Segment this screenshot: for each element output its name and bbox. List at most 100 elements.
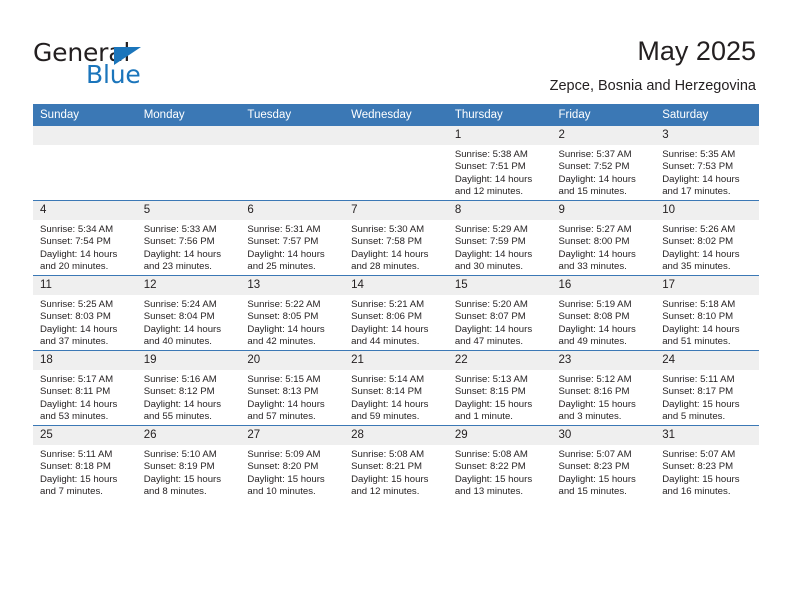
logo-text-blue: Blue	[86, 60, 141, 89]
daylight-text: Daylight: 14 hours and 35 minutes.	[662, 248, 740, 272]
sunset-text: Sunset: 8:10 PM	[662, 311, 734, 323]
day-number: 8	[447, 201, 552, 220]
sunrise-text: Sunrise: 5:08 AM	[351, 449, 425, 460]
sunset-text: Sunset: 8:16 PM	[558, 386, 630, 398]
sunset-text: Sunset: 8:00 PM	[558, 236, 630, 248]
day-number: 3	[655, 126, 759, 145]
calendar-day-cell: 17 Sunrise: 5:18 AM Sunset: 8:10 PM Dayligh…	[655, 275, 759, 351]
daylight-text: Daylight: 14 hours and 51 minutes.	[662, 323, 740, 347]
day-number: 5	[136, 201, 241, 220]
daylight-text: Daylight: 15 hours and 16 minutes.	[662, 473, 740, 497]
day-details: Sunrise: 5:10 AM Sunset: 8:19 PM Daylight:…	[137, 445, 241, 498]
sunset-text: Sunset: 7:52 PM	[558, 161, 630, 173]
calendar-day-cell: 5 Sunrise: 5:33 AM Sunset: 7:56 PM Daylight…	[136, 200, 241, 276]
day-number: 22	[447, 351, 552, 370]
sunset-text: Sunset: 8:08 PM	[558, 311, 630, 323]
day-number: 2	[551, 126, 656, 145]
day-number: 26	[136, 426, 241, 445]
day-number: 30	[551, 426, 656, 445]
sunrise-text: Sunrise: 5:20 AM	[454, 299, 528, 310]
sunrise-text: Sunrise: 5:34 AM	[40, 224, 114, 235]
day-number: 20	[240, 351, 345, 370]
sunrise-text: Sunrise: 5:07 AM	[558, 449, 632, 460]
sunset-text: Sunset: 8:05 PM	[247, 311, 319, 323]
sunrise-text: Sunrise: 5:12 AM	[558, 374, 632, 385]
sunset-text: Sunset: 8:13 PM	[247, 386, 319, 398]
sunset-text: Sunset: 8:06 PM	[351, 311, 423, 323]
sunrise-text: Sunrise: 5:31 AM	[247, 224, 321, 235]
calendar-day-cell-empty	[33, 126, 137, 201]
calendar-day-cell: 6 Sunrise: 5:31 AM Sunset: 7:57 PM Daylight…	[240, 200, 345, 276]
day-number: 4	[33, 201, 137, 220]
daylight-text: Daylight: 14 hours and 17 minutes.	[662, 173, 740, 197]
daylight-text: Daylight: 15 hours and 1 minute.	[454, 398, 533, 422]
day-details: Sunrise: 5:26 AM Sunset: 8:02 PM Daylight:…	[655, 220, 759, 273]
sunrise-text: Sunrise: 5:17 AM	[40, 374, 114, 385]
day-details: Sunrise: 5:11 AM Sunset: 8:17 PM Daylight:…	[655, 370, 759, 423]
daylight-text: Daylight: 15 hours and 13 minutes.	[454, 473, 533, 497]
sunrise-text: Sunrise: 5:08 AM	[454, 449, 528, 460]
sunset-text: Sunset: 7:57 PM	[247, 236, 319, 248]
sunset-text: Sunset: 7:54 PM	[40, 236, 111, 248]
sunset-text: Sunset: 8:12 PM	[143, 386, 215, 398]
daylight-text: Daylight: 14 hours and 53 minutes.	[40, 398, 118, 422]
sunset-text: Sunset: 8:22 PM	[454, 461, 526, 473]
sunrise-text: Sunrise: 5:35 AM	[662, 149, 736, 160]
day-number: 28	[344, 426, 448, 445]
sunrise-text: Sunrise: 5:37 AM	[558, 149, 632, 160]
calendar-day-cell: 26 Sunrise: 5:10 AM Sunset: 8:19 PM Dayligh…	[136, 425, 241, 500]
calendar-page: General Blue May 2025 Zepce, Bosnia and …	[0, 0, 792, 612]
weekday-header-wednesday: Wednesday	[344, 104, 448, 126]
day-details: Sunrise: 5:35 AM Sunset: 7:53 PM Daylight:…	[655, 145, 759, 198]
daylight-text: Daylight: 14 hours and 42 minutes.	[247, 323, 325, 347]
daylight-text: Daylight: 14 hours and 59 minutes.	[351, 398, 429, 422]
sunset-text: Sunset: 8:21 PM	[351, 461, 423, 473]
day-number	[33, 126, 137, 145]
day-details: Sunrise: 5:07 AM Sunset: 8:23 PM Daylight:…	[655, 445, 759, 498]
sunset-text: Sunset: 7:58 PM	[351, 236, 423, 248]
calendar-week-row: 11 Sunrise: 5:25 AM Sunset: 8:03 PM Dayligh…	[33, 275, 759, 351]
day-number: 10	[655, 201, 759, 220]
sunset-text: Sunset: 8:07 PM	[454, 311, 526, 323]
sunset-text: Sunset: 8:02 PM	[662, 236, 734, 248]
daylight-text: Daylight: 14 hours and 15 minutes.	[558, 173, 636, 197]
daylight-text: Daylight: 15 hours and 5 minutes.	[662, 398, 740, 422]
weekday-header-row: Sunday Monday Tuesday Wednesday Thursday…	[33, 104, 759, 126]
day-details: Sunrise: 5:33 AM Sunset: 7:56 PM Daylight:…	[137, 220, 241, 273]
sunrise-text: Sunrise: 5:14 AM	[351, 374, 425, 385]
day-number: 14	[344, 276, 448, 295]
day-number	[240, 126, 345, 145]
day-number: 17	[655, 276, 759, 295]
daylight-text: Daylight: 15 hours and 15 minutes.	[558, 473, 636, 497]
calendar-day-cell: 31 Sunrise: 5:07 AM Sunset: 8:23 PM Dayligh…	[655, 425, 759, 500]
calendar-day-cell: 13 Sunrise: 5:22 AM Sunset: 8:05 PM Dayligh…	[240, 275, 345, 351]
calendar-week-row: 1 Sunrise: 5:38 AM Sunset: 7:51 PM Daylight…	[33, 126, 759, 201]
general-blue-logo: General Blue	[33, 38, 233, 90]
sunrise-text: Sunrise: 5:33 AM	[143, 224, 217, 235]
daylight-text: Daylight: 14 hours and 37 minutes.	[40, 323, 118, 347]
sunrise-text: Sunrise: 5:16 AM	[143, 374, 217, 385]
day-number: 7	[344, 201, 448, 220]
sunrise-text: Sunrise: 5:30 AM	[351, 224, 425, 235]
day-details: Sunrise: 5:16 AM Sunset: 8:12 PM Daylight:…	[137, 370, 241, 423]
calendar-body: 1 Sunrise: 5:38 AM Sunset: 7:51 PM Daylight…	[33, 126, 759, 500]
page-subtitle: Zepce, Bosnia and Herzegovina	[549, 78, 756, 94]
calendar-day-cell: 10 Sunrise: 5:26 AM Sunset: 8:02 PM Dayligh…	[655, 200, 759, 276]
calendar-day-cell: 9 Sunrise: 5:27 AM Sunset: 8:00 PM Daylight…	[551, 200, 656, 276]
calendar-day-cell-empty	[136, 126, 241, 201]
sunrise-text: Sunrise: 5:21 AM	[351, 299, 425, 310]
calendar-day-cell: 4 Sunrise: 5:34 AM Sunset: 7:54 PM Daylight…	[33, 200, 137, 276]
calendar-week-row: 18 Sunrise: 5:17 AM Sunset: 8:11 PM Dayligh…	[33, 350, 759, 426]
calendar-day-cell: 16 Sunrise: 5:19 AM Sunset: 8:08 PM Dayligh…	[551, 275, 656, 351]
calendar-day-cell: 24 Sunrise: 5:11 AM Sunset: 8:17 PM Dayligh…	[655, 350, 759, 426]
sunset-text: Sunset: 7:56 PM	[143, 236, 215, 248]
day-details: Sunrise: 5:34 AM Sunset: 7:54 PM Daylight:…	[33, 220, 137, 273]
daylight-text: Daylight: 14 hours and 25 minutes.	[247, 248, 325, 272]
calendar-day-cell: 12 Sunrise: 5:24 AM Sunset: 8:04 PM Dayligh…	[136, 275, 241, 351]
day-details: Sunrise: 5:38 AM Sunset: 7:51 PM Daylight:…	[448, 145, 552, 198]
day-number: 13	[240, 276, 345, 295]
day-details: Sunrise: 5:07 AM Sunset: 8:23 PM Daylight:…	[552, 445, 656, 498]
daylight-text: Daylight: 14 hours and 44 minutes.	[351, 323, 429, 347]
sunset-text: Sunset: 8:17 PM	[662, 386, 734, 398]
calendar-day-cell-empty	[240, 126, 345, 201]
